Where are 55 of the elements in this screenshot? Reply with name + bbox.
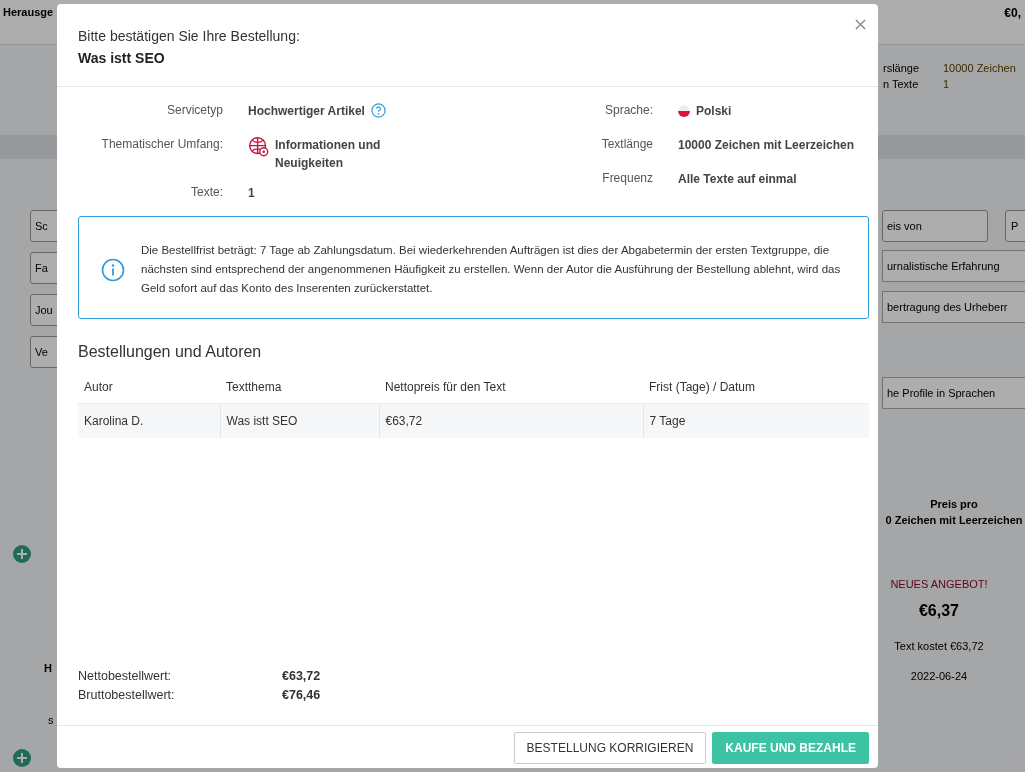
table-cell: €63,72	[379, 403, 643, 438]
filter-option[interactable]: he Profile in Sprachen	[882, 377, 1025, 409]
detail-value: Polski	[696, 103, 732, 120]
offer-label: NEUES ANGEBOT!	[889, 578, 989, 590]
help-icon[interactable]	[370, 103, 386, 118]
add-icon[interactable]	[13, 545, 31, 563]
detail-label: Thematischer Umfang:	[100, 136, 223, 151]
total-label: Bruttobestellwert:	[78, 687, 176, 704]
detail-value: 1	[248, 185, 255, 202]
row-text: s	[48, 714, 54, 726]
detail-label: Servicetyp	[165, 102, 223, 117]
detail-value: Informationen und Neuigkeiten	[275, 137, 382, 172]
offer-date: 2022-06-24	[909, 670, 969, 682]
offer-cost: Text kostet €63,72	[893, 640, 985, 652]
dialog-title: Bitte bestätigen Sie Ihre Bestellung:	[78, 28, 301, 44]
section-heading: Bestellungen und Autoren	[78, 343, 263, 361]
info-icon	[101, 257, 125, 282]
detail-label: Frequenz	[601, 170, 653, 185]
row-text: H	[44, 662, 52, 674]
column-header: Nettopreis für den Text	[379, 371, 643, 404]
order-title: Was istt SEO	[78, 50, 166, 66]
summary-label: rslänge	[883, 61, 921, 76]
detail-label: Texte:	[190, 184, 223, 199]
table-cell: Was istt SEO	[220, 403, 379, 438]
close-icon[interactable]	[855, 19, 866, 30]
detail-value: 10000 Zeichen mit Leerzeichen	[678, 137, 855, 154]
table-cell: Karolina D.	[78, 403, 220, 438]
add-icon[interactable]	[13, 749, 31, 767]
flag-icon	[678, 105, 690, 117]
offer-price: €6,37	[917, 602, 960, 620]
column-header: Textthema	[220, 371, 379, 404]
filter-field[interactable]: eis von	[882, 210, 988, 242]
notice-text: Die Bestellfrist beträgt: 7 Tage ab Zahlungsdatum. Bei wiederkehrenden Aufträgen ist dies der Abgabetermin der ersten Textgruppe, die nächsten sind entsprechend der angenommenen Häufigkeit zu erstellen. Wenn der Autor die Ausführung der Bestellung ablehnt, wird das Geld sofort auf das Konto des Inserenten zurückerstattet.	[141, 243, 842, 296]
total-value: €76,46	[282, 687, 321, 704]
column-header: Frist (Tage) / Datum	[643, 371, 869, 404]
summary-value: 1	[943, 77, 950, 92]
globe-icon	[248, 136, 269, 157]
detail-value: Hochwertiger Artikel	[248, 103, 365, 120]
summary-label: n Texte	[883, 77, 920, 92]
filter-field[interactable]: P	[1005, 210, 1025, 242]
summary-value: 10000 Zeichen	[943, 61, 1016, 76]
publisher-label: Herausge	[3, 6, 54, 18]
detail-label: Textlänge	[600, 136, 653, 151]
filter-option[interactable]: urnalistische Erfahrung	[882, 250, 1025, 282]
balance-amount: €0,	[1004, 6, 1021, 20]
filter-option[interactable]: bertragung des Urheberr	[882, 291, 1025, 323]
column-header: Preis pro	[929, 497, 979, 512]
correct-button[interactable]: BESTELLUNG KORRIGIEREN	[513, 732, 707, 764]
column-header: 0 Zeichen mit Leerzeichen	[884, 513, 1024, 528]
column-header: Autor	[78, 371, 220, 404]
total-label: Nettobestellwert:	[78, 668, 173, 685]
total-value: €63,72	[282, 668, 321, 685]
detail-value: Alle Texte auf einmal	[678, 171, 797, 188]
detail-label: Sprache:	[603, 102, 653, 117]
table-cell: 7 Tage	[643, 403, 869, 438]
